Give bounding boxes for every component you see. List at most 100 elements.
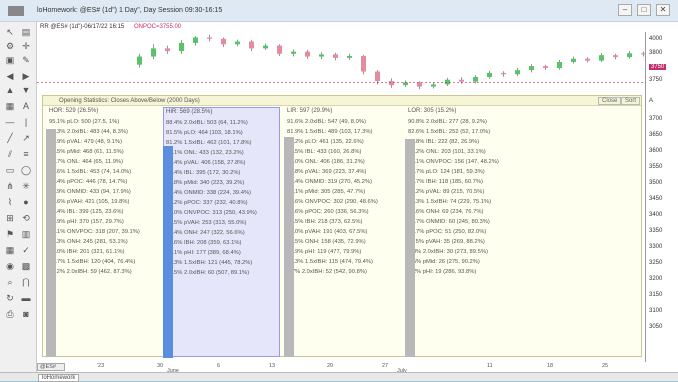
price-label: 3450 — [649, 196, 663, 202]
candle-body — [137, 56, 142, 65]
stats-close-button[interactable]: Close — [598, 97, 622, 105]
column-body: 91.6% 2.0xIBL: 547 (49, 8.0%) 81.9% 1.5xI… — [285, 117, 402, 357]
stats-row: 8.5% pMid: 26 (275, 90.2%) — [408, 259, 480, 265]
stats-row: 77.2% pLO: 461 (135, 22.6%) — [287, 139, 364, 145]
alert-icon[interactable]: ⚑ — [4, 228, 16, 240]
date-axis[interactable]: @ES# '23 30 June 6 13 20 27 July 11 18 2… — [37, 362, 645, 374]
arrow-right-icon[interactable]: ▶ — [20, 70, 32, 82]
cycle-icon[interactable]: ⟲ — [20, 212, 32, 224]
stats-column-hir[interactable]: HIR: 569 (28.5%) 88.4% 2.0xIBL: 503 (64,… — [163, 107, 280, 358]
measure-icon[interactable]: ⊞ — [4, 212, 16, 224]
vertical-line-icon[interactable]: | — [20, 116, 32, 128]
eye-icon[interactable]: ◉ — [4, 260, 16, 272]
ray-icon[interactable]: ↗ — [20, 132, 32, 144]
arrow-up-icon[interactable]: ▲ — [4, 84, 16, 96]
gann-icon[interactable]: ✳ — [20, 180, 32, 192]
candle-body — [151, 48, 156, 57]
stats-row: 44.5% pVAH: 253 (313, 55.0%) — [166, 220, 247, 226]
candle-body — [333, 54, 338, 58]
price-axis[interactable]: 4000 3800 3750 3750 A 3700 3650 3600 355… — [645, 32, 678, 362]
stats-row: 21.3% 1.5xIBH: 121 (445, 78.2%) — [166, 260, 253, 266]
horizontal-line-icon[interactable]: — — [4, 116, 16, 128]
arrow-down-icon[interactable]: ▼ — [20, 84, 32, 96]
price-label: 3200 — [649, 276, 663, 282]
save-icon[interactable]: ▣ — [4, 54, 16, 66]
stats-row: 90.8% 2.0xIBL: 277 (28, 9.2%) — [408, 119, 487, 125]
stats-row: 43.6% pPOC: 260 (336, 56.3%) — [287, 209, 369, 215]
magnet-icon[interactable]: ⋂ — [20, 276, 32, 288]
date-label: 18 — [547, 363, 554, 369]
channel-icon[interactable]: ⫽ — [4, 148, 16, 160]
stats-column-bar — [46, 128, 56, 357]
trendline-icon[interactable]: ╱ — [4, 132, 16, 144]
stats-column-hor: HOR: 529 (26.5%) 95.1% pLO: 500 (27.5, 1… — [46, 107, 164, 357]
stats-row: 51.1% ONVPOC: 156 (147, 48.2%) — [408, 159, 499, 165]
stats-row: 19.3% 1.5xIBH: 115 (474, 79.4%) — [287, 259, 373, 265]
pitchfork-icon[interactable]: ⋔ — [4, 180, 16, 192]
chart-icon[interactable]: ▤ — [20, 26, 32, 38]
ellipse-icon[interactable]: ◯ — [20, 164, 32, 176]
note-icon[interactable]: ▦ — [4, 100, 16, 112]
date-label: 11 — [487, 363, 493, 369]
candle-body — [417, 82, 422, 87]
stats-row: 76.1% ONL: 433 (132, 23.2%) — [166, 150, 244, 156]
text-icon[interactable]: A — [20, 100, 32, 112]
status-bar: loHomework — [0, 372, 678, 382]
stats-row: 81.2% 1.5xIBL: 462 (101, 17.8%) — [166, 140, 252, 146]
brush-icon[interactable]: ⌇ — [4, 196, 16, 208]
arrow-left-icon[interactable]: ◀ — [4, 70, 16, 82]
rectangle-icon[interactable]: ▭ — [4, 164, 16, 176]
stats-row: 69.9% pHI: 370 (157, 29.7%) — [49, 219, 124, 225]
price-label: 3550 — [649, 164, 663, 170]
price-label: 3300 — [649, 244, 663, 250]
stats-column-lor: LOR: 305 (15.2%) 90.8% 2.0xIBL: 277 (28,… — [405, 107, 523, 357]
price-label: 3500 — [649, 180, 663, 186]
stats-row: 51.1% pMid: 305 (285, 47.7%) — [287, 189, 366, 195]
price-label: 3700 — [649, 116, 663, 122]
stats-row: 72.8% IBL: 222 (82, 26.9%) — [408, 139, 480, 145]
chart-area[interactable]: RR @ES# (1d")-06/17/22 16:15 ONPOC=3755.… — [37, 22, 678, 374]
zoom-icon[interactable]: ⌕ — [4, 276, 16, 288]
grid-icon[interactable]: ▩ — [20, 260, 32, 272]
refresh-icon[interactable]: ↻ — [4, 292, 16, 304]
camera-icon[interactable]: ◙ — [20, 308, 32, 320]
app-icon — [8, 6, 24, 16]
maximize-button[interactable]: □ — [637, 4, 651, 16]
candle-body — [389, 81, 394, 86]
stats-row: 19.7% ONMID: 60 (245, 80.3%) — [408, 219, 490, 225]
gear-icon[interactable]: ⚙ — [4, 40, 16, 52]
stats-row: 82.6% 1.5xIBL: 252 (52, 17.0%) — [408, 129, 491, 135]
stats-row: 66.2% ONL: 203 (101, 33.1%) — [408, 149, 486, 155]
stats-row: 72.5% IBL: 433 (160, 26.8%) — [287, 149, 362, 155]
stats-row: 90.9% pVAL: 479 (48, 9.1%) — [49, 139, 123, 145]
check-icon[interactable]: ✓ — [20, 244, 32, 256]
calendar-icon[interactable]: ▦ — [4, 244, 16, 256]
stats-sort-button[interactable]: Sort — [621, 97, 641, 105]
trash-icon[interactable]: ▬ — [20, 292, 32, 304]
close-button[interactable]: ✕ — [656, 4, 670, 16]
price-label: 3100 — [649, 308, 663, 314]
stats-row: 75.4% IBL: 399 (125, 23.6%) — [49, 209, 124, 215]
candle-body — [571, 58, 576, 62]
print-icon[interactable]: ⎙ — [4, 308, 16, 320]
lock-icon[interactable]: ▥ — [20, 228, 32, 240]
candle-body — [431, 84, 436, 87]
price-label-highlight: 3750 — [649, 64, 667, 70]
stats-row: 59.4% ONMID: 338 (224, 39.4%) — [166, 190, 252, 196]
stats-row: 11.5% pVAH: 35 (269, 88.2%) — [408, 239, 485, 245]
column-body: 95.1% pLO: 500 (27.5, 1%) 91.3% 2.0xIBL: … — [47, 117, 164, 357]
minimize-button[interactable]: – — [618, 4, 632, 16]
palette-icon[interactable]: ● — [20, 196, 32, 208]
candle-body — [319, 54, 324, 57]
cursor-icon[interactable]: ↖ — [4, 26, 16, 38]
candle-body — [235, 41, 240, 45]
price-label: 4000 — [649, 36, 663, 42]
fibonacci-icon[interactable]: ≡ — [20, 148, 32, 160]
stats-row: 91.6% 2.0xIBL: 547 (49, 8.0%) — [287, 119, 366, 125]
pencil-icon[interactable]: ✎ — [20, 54, 32, 66]
symbol-selector[interactable]: @ES# — [37, 363, 65, 371]
crosshair-icon[interactable]: ✛ — [20, 40, 32, 52]
candlestick-plot[interactable] — [37, 32, 645, 92]
candle-body — [403, 82, 408, 86]
candle-body — [557, 62, 562, 68]
